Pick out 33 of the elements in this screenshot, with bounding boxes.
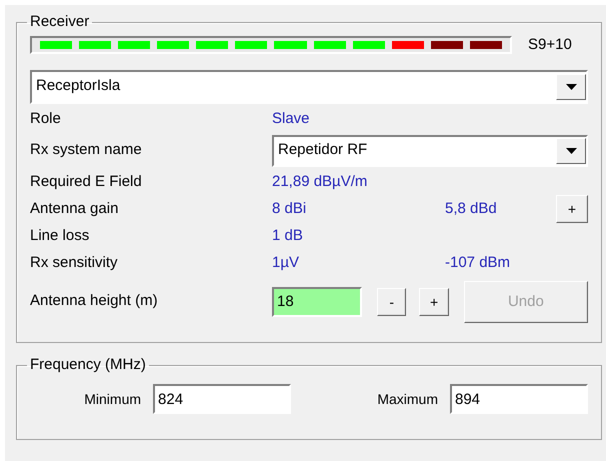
minimum-field[interactable]: 824 [153, 384, 292, 414]
meter-reading: S9+10 [528, 35, 572, 55]
caret-icon [566, 148, 576, 154]
field-label: Antenna height (m) [30, 291, 159, 312]
field-value: Slave [272, 108, 311, 129]
dropdown-value: ReceptorIsla [36, 76, 120, 96]
group-title: Receiver [29, 13, 90, 31]
step-button[interactable]: - [377, 288, 406, 316]
field-label: Rx sensitivity [30, 252, 119, 273]
field-label: Line loss [30, 226, 90, 246]
field-label: Maximum [376, 390, 439, 408]
dropdown-value: Repetidor RF [278, 140, 368, 160]
group-title: Frequency (MHz) [29, 356, 147, 374]
station-dropdown[interactable]: ReceptorIsla [30, 70, 588, 104]
field-label: Rx system name [30, 140, 143, 160]
field-value: -107 dBm [445, 252, 512, 273]
field-value: 1 dB [272, 226, 304, 246]
field-value: 1µV [272, 252, 300, 273]
dropdown-button[interactable] [556, 138, 586, 164]
dropdown-button[interactable] [556, 74, 586, 100]
field-label: Minimum [83, 390, 142, 408]
system-dropdown[interactable]: Repetidor RF [272, 134, 588, 166]
field-value: 21,89 dBµV/m [272, 172, 368, 192]
caret-icon [566, 84, 576, 90]
field-label: Role [30, 108, 62, 129]
plus-button[interactable]: + [556, 195, 588, 223]
field-label: Antenna gain [30, 198, 120, 219]
field-value: 8 dBi [272, 198, 308, 219]
field-label: Required E Field [30, 172, 143, 192]
height-field[interactable]: 18 [272, 286, 362, 316]
step-button[interactable]: + [419, 288, 449, 316]
maximum-field[interactable]: 894 [450, 384, 588, 414]
field-value: 5,8 dBd [445, 198, 498, 219]
